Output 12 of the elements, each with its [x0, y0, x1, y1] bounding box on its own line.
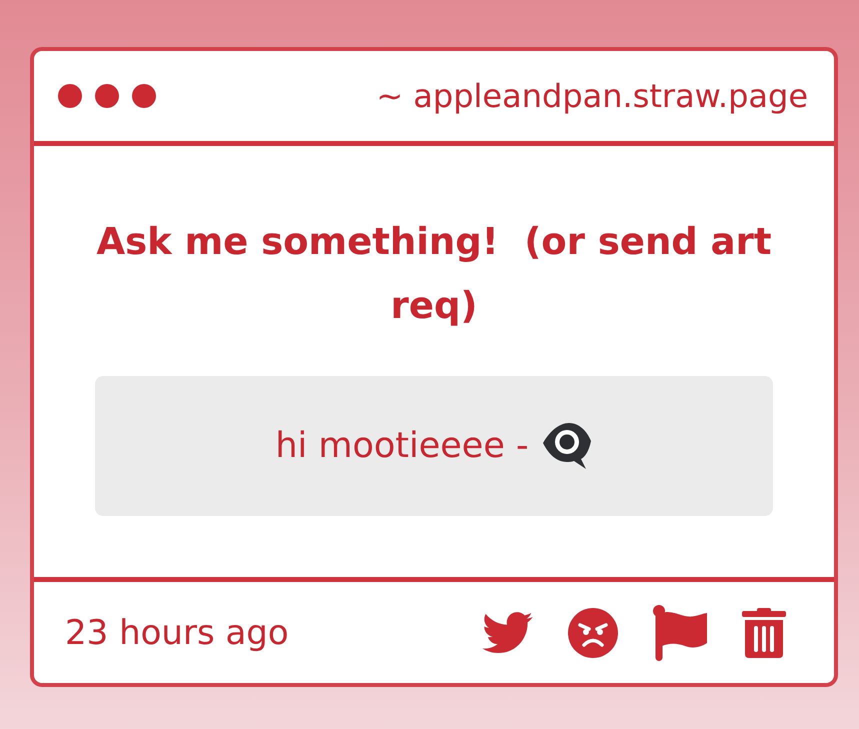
- window-dot-icon: [132, 84, 156, 108]
- bird-icon[interactable]: [482, 612, 533, 654]
- question-text: hi mootieeee -: [275, 426, 529, 466]
- eye-speech-bubble-icon: [540, 421, 593, 471]
- trash-icon[interactable]: [742, 608, 786, 658]
- flag-icon[interactable]: [653, 604, 707, 660]
- page-url: ~ appleandpan.straw.page: [376, 77, 808, 115]
- window-dot-icon: [95, 84, 119, 108]
- prompt-title: Ask me something! (or send art req): [95, 219, 773, 329]
- window-dot-icon: [58, 84, 82, 108]
- angry-face-icon[interactable]: [568, 608, 618, 658]
- timestamp: 23 hours ago: [65, 612, 289, 652]
